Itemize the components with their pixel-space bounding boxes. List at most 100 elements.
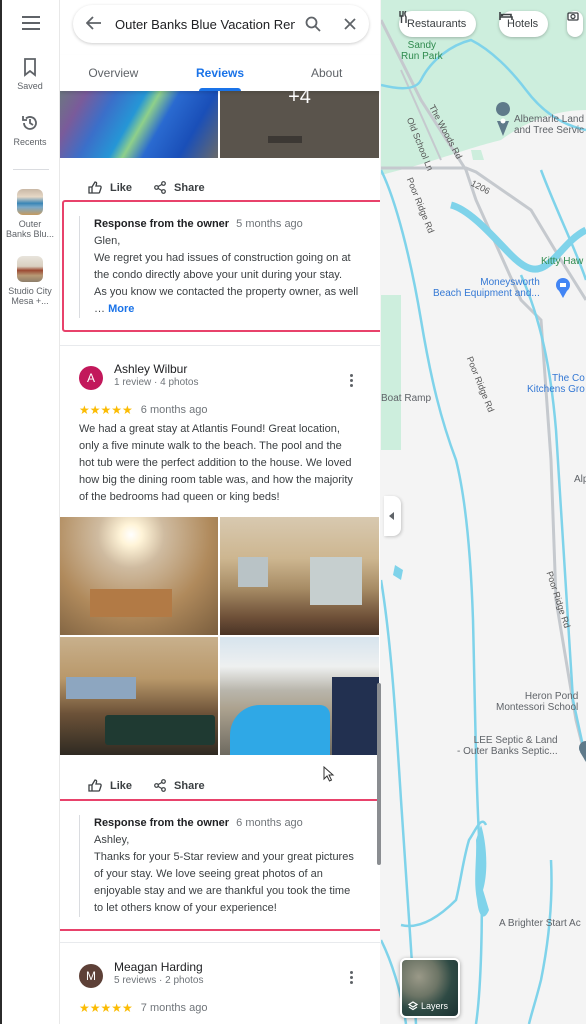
chip-hotels[interactable]: Hotels bbox=[499, 11, 549, 37]
review-photo-kitchen[interactable] bbox=[60, 517, 218, 635]
recent-place-studio-city[interactable]: Studio City Mesa +... bbox=[0, 256, 60, 306]
place-thumbnail bbox=[17, 256, 43, 282]
recent-place-outer-banks[interactable]: Outer Banks Blu... bbox=[0, 189, 60, 239]
thumbs-up-icon bbox=[88, 181, 102, 194]
stream bbox=[400, 820, 488, 928]
photo-detail bbox=[105, 715, 215, 745]
share-button[interactable]: Share bbox=[154, 779, 205, 792]
share-button[interactable]: Share bbox=[154, 181, 205, 194]
share-icon bbox=[154, 181, 166, 194]
recent-place-label: Mesa +... bbox=[11, 296, 49, 306]
review-more-options[interactable] bbox=[350, 374, 354, 389]
tab-overview[interactable]: Overview bbox=[60, 55, 167, 91]
bookmark-icon bbox=[24, 58, 36, 77]
review-text: We had a great stay at Atlantis Found! G… bbox=[79, 421, 369, 506]
more-link[interactable]: More bbox=[108, 303, 134, 315]
map-label-text: Beach Equipment and... bbox=[433, 288, 540, 299]
menu-button[interactable] bbox=[22, 16, 40, 30]
reviewer-name[interactable]: Ashley Wilbur bbox=[114, 362, 199, 376]
photo-detail bbox=[310, 557, 362, 605]
back-arrow-icon bbox=[85, 15, 101, 30]
rail-saved-label: Saved bbox=[17, 81, 43, 91]
tab-about[interactable]: About bbox=[273, 55, 380, 91]
panel-scrollbar[interactable] bbox=[377, 683, 381, 865]
chip-things-to-do[interactable] bbox=[567, 11, 583, 37]
search-button[interactable] bbox=[295, 16, 331, 32]
like-button[interactable]: Like bbox=[88, 779, 132, 792]
pond bbox=[475, 825, 489, 917]
review-time: 7 months ago bbox=[140, 1002, 208, 1014]
photo-detail bbox=[268, 136, 302, 143]
map-label-text: Heron Pond bbox=[524, 691, 579, 702]
search-box[interactable]: Outer Banks Blue Vacation Ren bbox=[73, 5, 369, 43]
place-thumbnail bbox=[17, 189, 43, 215]
avatar[interactable]: M bbox=[79, 964, 103, 988]
map-canvas[interactable]: Restaurants Hotels Sandy Run Park Albema… bbox=[381, 0, 586, 1024]
thumbs-up-icon bbox=[88, 779, 102, 792]
tab-reviews[interactable]: Reviews bbox=[167, 55, 274, 91]
hotel-icon bbox=[499, 12, 513, 20]
layers-label: Layers bbox=[421, 1001, 449, 1011]
like-label: Like bbox=[110, 779, 133, 792]
map-label-park[interactable]: Sandy Run Park bbox=[401, 40, 443, 62]
layers-button[interactable]: Layers bbox=[400, 958, 460, 1018]
map-label-text: Montessori School bbox=[496, 702, 579, 713]
map-label-heron-pond[interactable]: Heron Pond Montessori School bbox=[496, 691, 578, 713]
rail-recents-label: Recents bbox=[13, 137, 47, 147]
owner-response-time: 6 months ago bbox=[236, 817, 303, 829]
window-edge bbox=[0, 0, 2, 1024]
owner-response: Response from the owner 6 months ago Ash… bbox=[79, 815, 380, 917]
review-text-line: how big the dining room table was, and h… bbox=[79, 474, 353, 486]
map-label-moneysworth[interactable]: Moneysworth Beach Equipment and... bbox=[433, 277, 540, 299]
avatar[interactable]: A bbox=[79, 366, 103, 390]
rail-saved[interactable]: Saved bbox=[0, 57, 60, 91]
map-label-brighter-start[interactable]: A Brighter Start Ac bbox=[499, 918, 581, 929]
map-label-kitty-hawk[interactable]: Kitty Haw bbox=[541, 256, 583, 267]
review-text-line: of the bedrooms had queen or king beds! bbox=[79, 491, 280, 503]
reviewer-name[interactable]: Meagan Harding bbox=[114, 960, 204, 974]
map-label-the-co[interactable]: The Co Kitchens Gro bbox=[527, 373, 585, 395]
photo-detail bbox=[230, 705, 330, 755]
review-time: 6 months ago bbox=[140, 404, 208, 416]
map-label-text: Albemarle Land bbox=[514, 114, 585, 125]
close-icon bbox=[344, 18, 356, 30]
map-label-text: The Co bbox=[552, 373, 585, 384]
map-label-lee-septic[interactable]: LEE Septic & Land - Outer Banks Septic..… bbox=[457, 735, 558, 757]
review-header: A Ashley Wilbur 1 review · 4 photos bbox=[79, 362, 199, 390]
review-more-options[interactable] bbox=[350, 971, 354, 986]
search-input[interactable]: Outer Banks Blue Vacation Ren bbox=[115, 17, 295, 32]
map-label-alp[interactable]: Alp bbox=[574, 474, 586, 485]
menu-icon-bar bbox=[22, 28, 40, 30]
kebab-dot bbox=[350, 971, 353, 974]
review-text-line: only a five minute walk to the beach. Th… bbox=[79, 440, 342, 452]
recent-place-label: Studio City bbox=[8, 286, 52, 296]
photo-detail bbox=[66, 677, 136, 699]
review-rating-row: ★★★★★ 7 months ago bbox=[79, 1001, 207, 1015]
collapse-panel-button[interactable] bbox=[384, 496, 401, 536]
share-label: Share bbox=[174, 181, 205, 194]
chip-label: Restaurants bbox=[407, 18, 467, 30]
review-photo-living-room[interactable] bbox=[220, 517, 379, 635]
kebab-dot bbox=[350, 976, 353, 979]
review-photo-dining-room[interactable] bbox=[60, 637, 218, 755]
owner-response-heading: Response from the owner 6 months ago bbox=[94, 815, 371, 832]
kebab-dot bbox=[350, 981, 353, 984]
rail-recents[interactable]: Recents bbox=[0, 113, 60, 147]
map-label-boat-ramp[interactable]: Boat Ramp bbox=[381, 393, 431, 404]
review-text-line: We had a great stay at Atlantis Found! G… bbox=[79, 423, 340, 435]
owner-response-title: Response from the owner bbox=[94, 817, 230, 829]
back-button[interactable] bbox=[73, 14, 115, 35]
clear-search-button[interactable] bbox=[331, 18, 369, 30]
recent-place-label: Outer bbox=[18, 219, 42, 229]
review-photo-pool[interactable] bbox=[220, 637, 379, 755]
owner-response-line: enjoyable stay and we are thankful you t… bbox=[94, 885, 351, 897]
chip-restaurants[interactable]: Restaurants bbox=[399, 11, 477, 37]
review-photo[interactable] bbox=[60, 86, 218, 158]
map-label-text: and Tree Servic bbox=[514, 125, 585, 136]
restaurant-icon bbox=[399, 11, 407, 23]
map-label-albemarle[interactable]: Albemarle Land and Tree Servic bbox=[514, 114, 584, 136]
like-button[interactable]: Like bbox=[88, 181, 132, 194]
pond bbox=[393, 565, 403, 580]
kebab-dot bbox=[350, 384, 353, 387]
review-photo-more[interactable]: +4 bbox=[220, 86, 379, 158]
